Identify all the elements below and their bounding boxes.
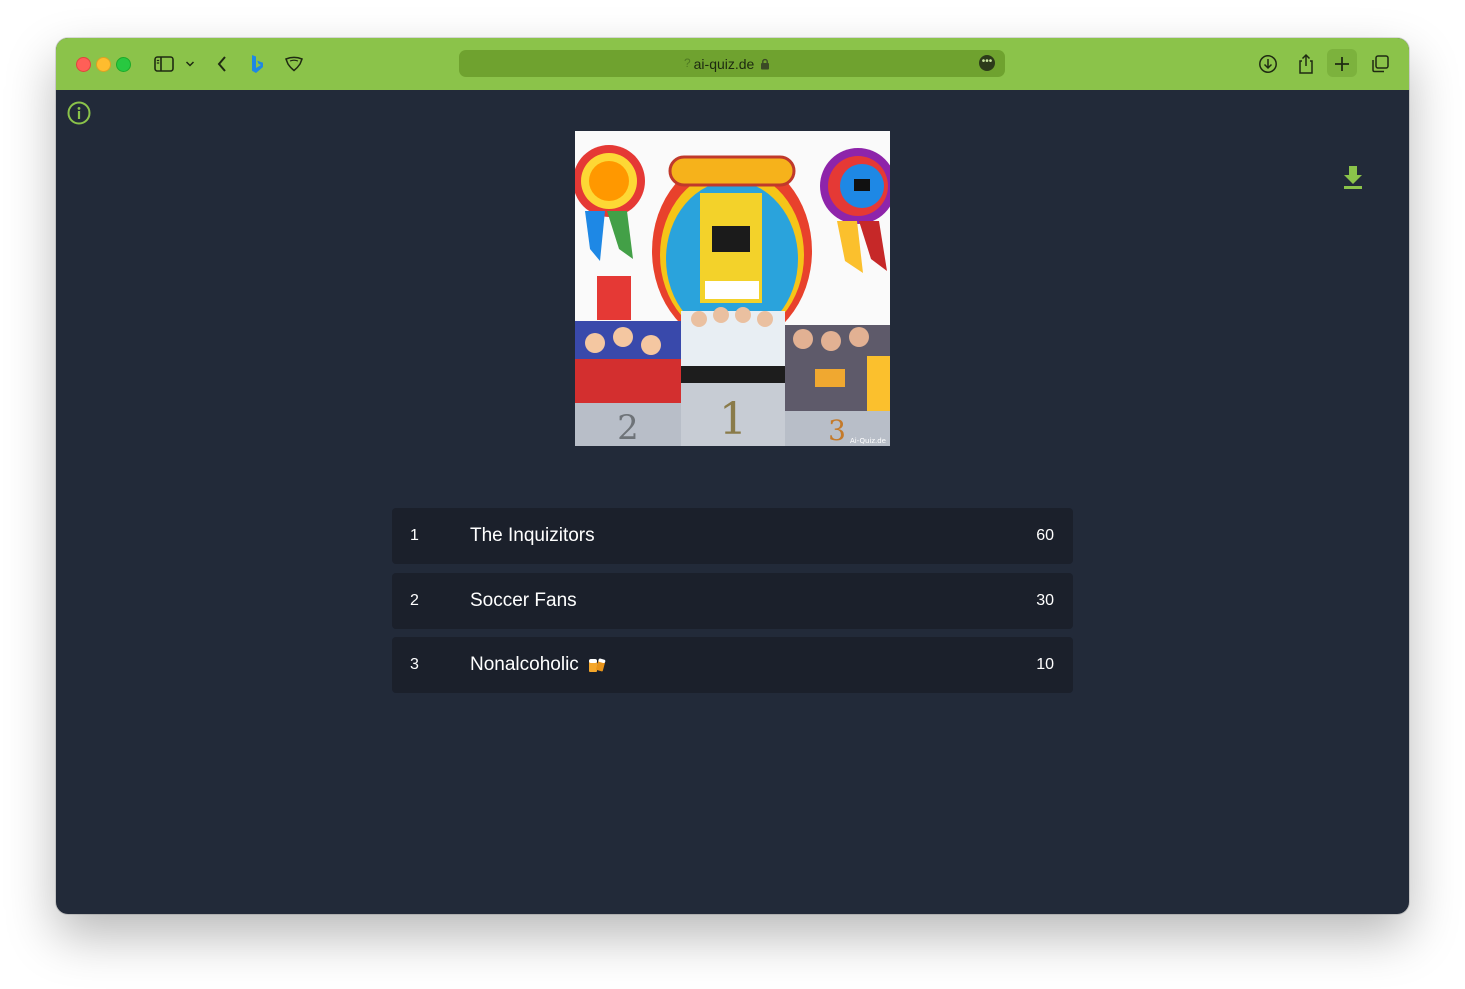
rank-number: 3 <box>410 656 419 673</box>
team-name: Soccer Fans <box>470 589 577 611</box>
chevron-down-icon[interactable] <box>178 52 202 76</box>
scoreboard: 1 The Inquizitors 60 2 Soccer Fans 30 3 … <box>392 508 1073 702</box>
podium-label-1: 1 <box>719 394 747 445</box>
rank-number: 2 <box>410 591 419 609</box>
score-row: 3 Nonalcoholic 10 <box>392 637 1073 693</box>
team-name: The Inquizitors <box>470 525 595 546</box>
close-window-button[interactable] <box>76 57 91 72</box>
podium-label-3: 3 <box>828 414 846 446</box>
shield-icon[interactable] <box>282 52 306 76</box>
team-points: 10 <box>1036 656 1054 673</box>
bing-icon[interactable] <box>245 52 269 76</box>
address-bar[interactable]: ? ai-quiz.de ••• <box>459 50 1005 77</box>
share-icon[interactable] <box>1294 52 1318 76</box>
rank-number: 1 <box>410 527 419 544</box>
score-row: 1 The Inquizitors 60 <box>392 508 1073 564</box>
podium-image: 2 1 3 Ai-Quiz.de <box>575 131 890 446</box>
beer-mugs-icon <box>587 655 607 675</box>
browser-toolbar: ? ai-quiz.de ••• <box>56 38 1409 90</box>
minimize-window-button[interactable] <box>96 57 111 72</box>
sidebar-toggle-icon[interactable] <box>152 52 176 76</box>
podium-label-2: 2 <box>617 408 639 446</box>
team-points: 30 <box>1036 591 1054 609</box>
image-watermark: Ai-Quiz.de <box>850 437 886 445</box>
team-name: Nonalcoholic <box>470 637 607 693</box>
maximize-window-button[interactable] <box>116 57 131 72</box>
lock-icon <box>761 58 770 69</box>
more-icon[interactable]: ••• <box>979 55 995 71</box>
download-icon[interactable] <box>1341 164 1365 190</box>
team-points: 60 <box>1036 527 1054 544</box>
browser-window: ? ai-quiz.de ••• 2 1 3 Ai-Quiz.de 1 The … <box>56 38 1409 914</box>
tabs-overview-icon[interactable] <box>1368 52 1392 76</box>
score-row: 2 Soccer Fans 30 <box>392 572 1073 629</box>
url-text: ai-quiz.de <box>459 50 1005 77</box>
back-chevron-icon[interactable] <box>210 52 234 76</box>
page-content: 2 1 3 Ai-Quiz.de 1 The Inquizitors 60 2 … <box>56 90 1409 914</box>
plus-icon[interactable] <box>1330 52 1354 76</box>
download-icon[interactable] <box>1256 52 1280 76</box>
info-icon[interactable] <box>67 101 91 125</box>
